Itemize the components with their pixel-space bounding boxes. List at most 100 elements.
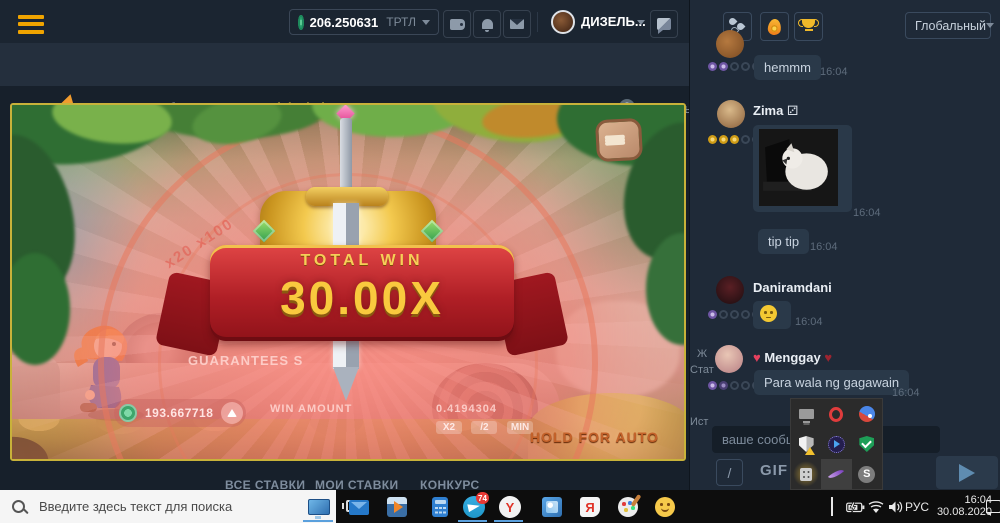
slash-commands-button[interactable]: / [716, 459, 743, 486]
mail-icon [510, 19, 524, 29]
bet-spin-button[interactable] [221, 402, 243, 424]
half-bet-button[interactable]: /2 [471, 421, 497, 434]
wifi-icon[interactable] [868, 501, 884, 514]
avatar[interactable] [715, 345, 743, 373]
taskbar-search-input[interactable] [37, 498, 321, 515]
chat-channel-selector[interactable]: Глобальный [905, 12, 991, 39]
mail-taskbar-icon[interactable] [346, 494, 372, 520]
input-device-tray-icon[interactable] [791, 459, 821, 489]
open-app-indicator [494, 520, 523, 522]
game-menu-button[interactable] [595, 118, 643, 162]
photos-taskbar-icon[interactable] [539, 494, 565, 520]
calculator-taskbar-icon[interactable] [427, 494, 453, 520]
emoji-message [753, 301, 791, 329]
sword-blade-tip [333, 367, 359, 401]
bell-icon [482, 19, 493, 29]
hamburger-menu-icon[interactable] [18, 11, 44, 37]
taskbar-search[interactable] [0, 490, 336, 523]
chevron-down-icon [986, 23, 994, 28]
sword-grip [340, 118, 352, 192]
divider [537, 12, 538, 32]
bet-controls: X2 /2 MIN [436, 417, 538, 435]
bet-value: 0.4194304 [436, 403, 497, 415]
stickers-taskbar-icon[interactable] [652, 494, 678, 520]
defender-alert-tray-icon[interactable] [791, 429, 821, 459]
dice-emoji: ⚂ [787, 103, 798, 118]
chat-username[interactable]: Daniramdani [753, 280, 832, 295]
show-hidden-icons-button[interactable] [831, 499, 833, 517]
antivirus-tray-icon[interactable] [852, 429, 882, 459]
skype-tray-icon[interactable]: S [852, 459, 882, 489]
notifications-button[interactable] [473, 10, 501, 38]
user-avatar[interactable] [551, 10, 575, 34]
wallet-button[interactable] [443, 10, 471, 38]
avatar[interactable] [717, 100, 745, 128]
paint-taskbar-icon[interactable] [615, 494, 641, 520]
opera-tray-icon[interactable] [821, 399, 851, 429]
page-fragment: Стат [690, 364, 714, 376]
total-win-banner: TOTAL WIN 30.00X [210, 245, 514, 341]
page-fragment: Ж [697, 348, 707, 360]
message-time: 16:04 [892, 387, 920, 399]
telegram-taskbar-icon[interactable]: 74 [461, 494, 487, 520]
messages-button[interactable] [503, 10, 531, 38]
total-win-label: TOTAL WIN [210, 252, 514, 270]
open-app-indicator [458, 520, 487, 522]
search-icon [12, 500, 25, 513]
action-center-icon[interactable] [986, 500, 1000, 513]
chat-toggle-button[interactable] [650, 10, 678, 38]
battery-icon[interactable] [846, 502, 865, 513]
chat-panel-icon [657, 18, 671, 30]
file-explorer-taskbar-icon[interactable] [306, 494, 332, 520]
monitor-tray-icon[interactable] [791, 399, 821, 429]
gif-button[interactable]: GIF [760, 462, 788, 479]
balance-value: 206.250631 [310, 15, 379, 30]
currency-label: ТРТЛ [386, 15, 416, 29]
gif-message[interactable] [753, 125, 852, 212]
language-indicator[interactable]: РУС [905, 500, 929, 514]
movies-tv-taskbar-icon[interactable] [384, 494, 410, 520]
chat-message: tip tip [758, 229, 809, 254]
game-balance-pill: 193.667718 [114, 399, 246, 427]
speaker-icon[interactable] [888, 501, 903, 513]
dog-gif-image [759, 129, 838, 206]
win-multiplier: 30.00X [210, 271, 514, 325]
chat-username[interactable]: ♥ Menggay ♥ [753, 350, 832, 365]
wallet-icon [450, 19, 465, 30]
tray-overflow-popup: S [790, 398, 883, 490]
win-amount-label: WIN AMOUNT [270, 403, 352, 415]
avatar[interactable] [716, 30, 744, 58]
chevron-down-icon [422, 20, 430, 25]
hold-for-auto-label[interactable]: HOLD FOR AUTO [530, 429, 659, 445]
feather-tray-icon[interactable] [821, 459, 851, 489]
guarantee-label: GUARANTEES S [188, 353, 303, 368]
game-coin-icon [119, 404, 137, 422]
chat-message: hemmm [754, 55, 821, 80]
open-app-indicator [303, 520, 333, 522]
clock-time: 16:04 [930, 494, 992, 506]
send-message-button[interactable] [936, 456, 998, 489]
yandex-taskbar-icon[interactable]: Я [577, 494, 603, 520]
lips-emoji: ♥ [824, 350, 832, 365]
neutral-face-emoji-icon [760, 305, 777, 322]
bonus-button[interactable] [760, 12, 789, 41]
taskbar-clock[interactable]: 16:04 30.08.2020 [930, 494, 992, 518]
user-menu-chevron-icon[interactable] [637, 20, 645, 25]
double-bet-button[interactable]: X2 [436, 421, 462, 434]
game-balance-value: 193.667718 [145, 406, 213, 420]
yandex-browser-taskbar-icon[interactable]: Y [497, 494, 523, 520]
message-time: 16:04 [820, 66, 848, 78]
trophy-button[interactable] [794, 12, 823, 41]
chat-username[interactable]: Zima ⚂ [753, 103, 798, 119]
slot-game-frame: x20 x100 GUARANTEES S WIN AMOUNT 0.41943… [10, 103, 686, 461]
telegram-unread-badge: 74 [476, 492, 489, 504]
chat-message: Para wala ng gagawain [754, 370, 909, 395]
balance-selector[interactable]: 206.250631 ТРТЛ [289, 9, 439, 35]
crypto-coin-icon [298, 15, 304, 30]
browser-ball-tray-icon[interactable] [852, 399, 882, 429]
media-player-tray-icon[interactable] [821, 429, 851, 459]
send-icon [959, 464, 975, 482]
warning-icon [805, 447, 815, 455]
message-time: 16:04 [810, 241, 838, 253]
avatar[interactable] [716, 276, 744, 304]
